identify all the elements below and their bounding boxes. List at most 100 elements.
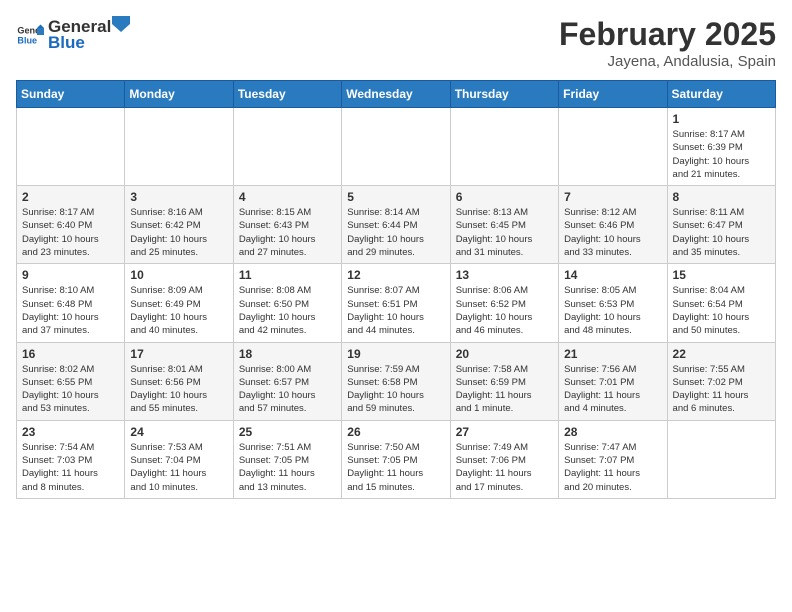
day-info: Sunrise: 8:14 AM Sunset: 6:44 PM Dayligh…	[347, 206, 444, 259]
calendar-cell: 14 Sunrise: 8:05 AM Sunset: 6:53 PM Dayli…	[559, 264, 667, 342]
day-info: Sunrise: 7:58 AM Sunset: 6:59 PM Dayligh…	[456, 363, 553, 416]
calendar-cell	[233, 108, 341, 186]
logo-arrow-icon	[112, 16, 130, 32]
day-info: Sunrise: 8:07 AM Sunset: 6:51 PM Dayligh…	[347, 284, 444, 337]
day-info: Sunrise: 7:54 AM Sunset: 7:03 PM Dayligh…	[22, 441, 119, 494]
day-number: 17	[130, 347, 227, 361]
calendar-cell: 18 Sunrise: 8:00 AM Sunset: 6:57 PM Dayli…	[233, 342, 341, 420]
day-number: 24	[130, 425, 227, 439]
day-info: Sunrise: 8:17 AM Sunset: 6:40 PM Dayligh…	[22, 206, 119, 259]
calendar-table: SundayMondayTuesdayWednesdayThursdayFrid…	[16, 80, 776, 499]
day-number: 4	[239, 190, 336, 204]
calendar-cell: 13 Sunrise: 8:06 AM Sunset: 6:52 PM Dayli…	[450, 264, 558, 342]
calendar-cell: 23 Sunrise: 7:54 AM Sunset: 7:03 PM Dayli…	[17, 420, 125, 498]
calendar-cell: 21 Sunrise: 7:56 AM Sunset: 7:01 PM Dayli…	[559, 342, 667, 420]
calendar-cell: 17 Sunrise: 8:01 AM Sunset: 6:56 PM Dayli…	[125, 342, 233, 420]
day-info: Sunrise: 8:12 AM Sunset: 6:46 PM Dayligh…	[564, 206, 661, 259]
day-info: Sunrise: 7:56 AM Sunset: 7:01 PM Dayligh…	[564, 363, 661, 416]
day-info: Sunrise: 7:47 AM Sunset: 7:07 PM Dayligh…	[564, 441, 661, 494]
day-number: 28	[564, 425, 661, 439]
day-info: Sunrise: 8:05 AM Sunset: 6:53 PM Dayligh…	[564, 284, 661, 337]
page-header: General Blue General Blue February 2025 …	[16, 16, 776, 70]
calendar-cell: 26Sunrise: 7:50 AM Sunset: 7:05 PM Dayli…	[342, 420, 450, 498]
day-info: Sunrise: 8:00 AM Sunset: 6:57 PM Dayligh…	[239, 363, 336, 416]
day-info: Sunrise: 8:06 AM Sunset: 6:52 PM Dayligh…	[456, 284, 553, 337]
calendar-cell: 3Sunrise: 8:16 AM Sunset: 6:42 PM Daylig…	[125, 186, 233, 264]
calendar-cell: 6 Sunrise: 8:13 AM Sunset: 6:45 PM Daylig…	[450, 186, 558, 264]
calendar-cell: 22Sunrise: 7:55 AM Sunset: 7:02 PM Dayli…	[667, 342, 775, 420]
day-number: 11	[239, 268, 336, 282]
day-number: 12	[347, 268, 444, 282]
calendar-cell	[559, 108, 667, 186]
day-number: 9	[22, 268, 119, 282]
calendar-cell	[450, 108, 558, 186]
day-number: 23	[22, 425, 119, 439]
calendar-week-row: 16Sunrise: 8:02 AM Sunset: 6:55 PM Dayli…	[17, 342, 776, 420]
day-info: Sunrise: 7:50 AM Sunset: 7:05 PM Dayligh…	[347, 441, 444, 494]
day-number: 10	[130, 268, 227, 282]
calendar-cell: 1Sunrise: 8:17 AM Sunset: 6:39 PM Daylig…	[667, 108, 775, 186]
calendar-week-row: 9 Sunrise: 8:10 AM Sunset: 6:48 PM Daylig…	[17, 264, 776, 342]
day-info: Sunrise: 8:17 AM Sunset: 6:39 PM Dayligh…	[673, 128, 770, 181]
calendar-cell	[667, 420, 775, 498]
day-of-week-header: Sunday	[17, 81, 125, 108]
calendar-header-row: SundayMondayTuesdayWednesdayThursdayFrid…	[17, 81, 776, 108]
calendar-week-row: 23 Sunrise: 7:54 AM Sunset: 7:03 PM Dayli…	[17, 420, 776, 498]
day-info: Sunrise: 8:11 AM Sunset: 6:47 PM Dayligh…	[673, 206, 770, 259]
logo-icon: General Blue	[16, 21, 44, 49]
day-of-week-header: Thursday	[450, 81, 558, 108]
location-subtitle: Jayena, Andalusia, Spain	[559, 53, 776, 70]
calendar-week-row: 1Sunrise: 8:17 AM Sunset: 6:39 PM Daylig…	[17, 108, 776, 186]
calendar-week-row: 2 Sunrise: 8:17 AM Sunset: 6:40 PM Daylig…	[17, 186, 776, 264]
calendar-cell: 15Sunrise: 8:04 AM Sunset: 6:54 PM Dayli…	[667, 264, 775, 342]
day-number: 3	[130, 190, 227, 204]
day-number: 16	[22, 347, 119, 361]
day-info: Sunrise: 7:55 AM Sunset: 7:02 PM Dayligh…	[673, 363, 770, 416]
day-number: 27	[456, 425, 553, 439]
day-number: 8	[673, 190, 770, 204]
day-number: 20	[456, 347, 553, 361]
calendar-cell: 27 Sunrise: 7:49 AM Sunset: 7:06 PM Dayli…	[450, 420, 558, 498]
svg-text:Blue: Blue	[17, 35, 37, 45]
day-info: Sunrise: 8:10 AM Sunset: 6:48 PM Dayligh…	[22, 284, 119, 337]
calendar-cell: 25 Sunrise: 7:51 AM Sunset: 7:05 PM Dayli…	[233, 420, 341, 498]
day-number: 7	[564, 190, 661, 204]
day-of-week-header: Tuesday	[233, 81, 341, 108]
day-info: Sunrise: 8:09 AM Sunset: 6:49 PM Dayligh…	[130, 284, 227, 337]
calendar-cell: 12 Sunrise: 8:07 AM Sunset: 6:51 PM Dayli…	[342, 264, 450, 342]
month-title: February 2025	[559, 16, 776, 53]
calendar-cell: 24Sunrise: 7:53 AM Sunset: 7:04 PM Dayli…	[125, 420, 233, 498]
day-number: 13	[456, 268, 553, 282]
calendar-cell: 8 Sunrise: 8:11 AM Sunset: 6:47 PM Daylig…	[667, 186, 775, 264]
day-number: 14	[564, 268, 661, 282]
title-block: February 2025 Jayena, Andalusia, Spain	[559, 16, 776, 70]
day-number: 6	[456, 190, 553, 204]
day-info: Sunrise: 8:13 AM Sunset: 6:45 PM Dayligh…	[456, 206, 553, 259]
day-of-week-header: Monday	[125, 81, 233, 108]
day-number: 5	[347, 190, 444, 204]
calendar-cell: 20 Sunrise: 7:58 AM Sunset: 6:59 PM Dayli…	[450, 342, 558, 420]
calendar-cell: 16Sunrise: 8:02 AM Sunset: 6:55 PM Dayli…	[17, 342, 125, 420]
day-of-week-header: Wednesday	[342, 81, 450, 108]
calendar-cell	[125, 108, 233, 186]
calendar-cell: 5 Sunrise: 8:14 AM Sunset: 6:44 PM Daylig…	[342, 186, 450, 264]
day-number: 2	[22, 190, 119, 204]
day-info: Sunrise: 7:51 AM Sunset: 7:05 PM Dayligh…	[239, 441, 336, 494]
day-info: Sunrise: 7:49 AM Sunset: 7:06 PM Dayligh…	[456, 441, 553, 494]
logo: General Blue General Blue	[16, 16, 130, 53]
day-of-week-header: Friday	[559, 81, 667, 108]
day-number: 21	[564, 347, 661, 361]
calendar-cell: 7 Sunrise: 8:12 AM Sunset: 6:46 PM Daylig…	[559, 186, 667, 264]
calendar-cell	[342, 108, 450, 186]
calendar-cell: 11Sunrise: 8:08 AM Sunset: 6:50 PM Dayli…	[233, 264, 341, 342]
day-of-week-header: Saturday	[667, 81, 775, 108]
day-number: 15	[673, 268, 770, 282]
day-info: Sunrise: 8:01 AM Sunset: 6:56 PM Dayligh…	[130, 363, 227, 416]
day-number: 18	[239, 347, 336, 361]
day-info: Sunrise: 7:59 AM Sunset: 6:58 PM Dayligh…	[347, 363, 444, 416]
day-info: Sunrise: 8:15 AM Sunset: 6:43 PM Dayligh…	[239, 206, 336, 259]
day-number: 25	[239, 425, 336, 439]
calendar-cell: 9 Sunrise: 8:10 AM Sunset: 6:48 PM Daylig…	[17, 264, 125, 342]
calendar-cell: 4 Sunrise: 8:15 AM Sunset: 6:43 PM Daylig…	[233, 186, 341, 264]
calendar-cell: 28 Sunrise: 7:47 AM Sunset: 7:07 PM Dayli…	[559, 420, 667, 498]
